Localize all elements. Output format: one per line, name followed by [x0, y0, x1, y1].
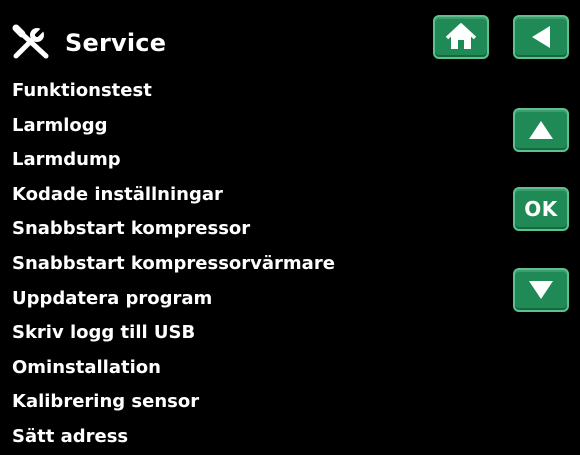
down-arrow-icon — [529, 281, 553, 299]
home-button[interactable] — [433, 15, 489, 59]
service-screen: Service Funktionstest Larmlogg Larmdump … — [0, 0, 580, 447]
service-menu: Funktionstest Larmlogg Larmdump Kodade i… — [0, 74, 500, 455]
menu-item-larmlogg[interactable]: Larmlogg — [0, 109, 500, 144]
scroll-down-button[interactable] — [513, 268, 569, 312]
ok-label: OK — [524, 197, 558, 221]
menu-item-snabbstart-kompressorvarmare[interactable]: Snabbstart kompressorvärmare — [0, 247, 500, 282]
menu-item-satt-adress[interactable]: Sätt adress — [0, 420, 500, 455]
menu-item-skriv-logg-till-usb[interactable]: Skriv logg till USB — [0, 316, 500, 351]
header: Service — [0, 0, 580, 72]
page-title: Service — [65, 29, 167, 57]
up-arrow-icon — [529, 121, 553, 139]
ok-button[interactable]: OK — [513, 187, 569, 231]
back-arrow-icon — [532, 26, 550, 48]
menu-item-kalibrering-sensor[interactable]: Kalibrering sensor — [0, 385, 500, 420]
menu-item-ominstallation[interactable]: Ominstallation — [0, 351, 500, 386]
tools-icon — [10, 22, 60, 62]
menu-item-snabbstart-kompressor[interactable]: Snabbstart kompressor — [0, 212, 500, 247]
menu-item-funktionstest[interactable]: Funktionstest — [0, 74, 500, 109]
menu-item-uppdatera-program[interactable]: Uppdatera program — [0, 282, 500, 317]
scroll-up-button[interactable] — [513, 108, 569, 152]
menu-item-larmdump[interactable]: Larmdump — [0, 143, 500, 178]
back-button[interactable] — [513, 15, 569, 59]
menu-item-kodade-installningar[interactable]: Kodade inställningar — [0, 178, 500, 213]
home-icon — [445, 23, 477, 49]
